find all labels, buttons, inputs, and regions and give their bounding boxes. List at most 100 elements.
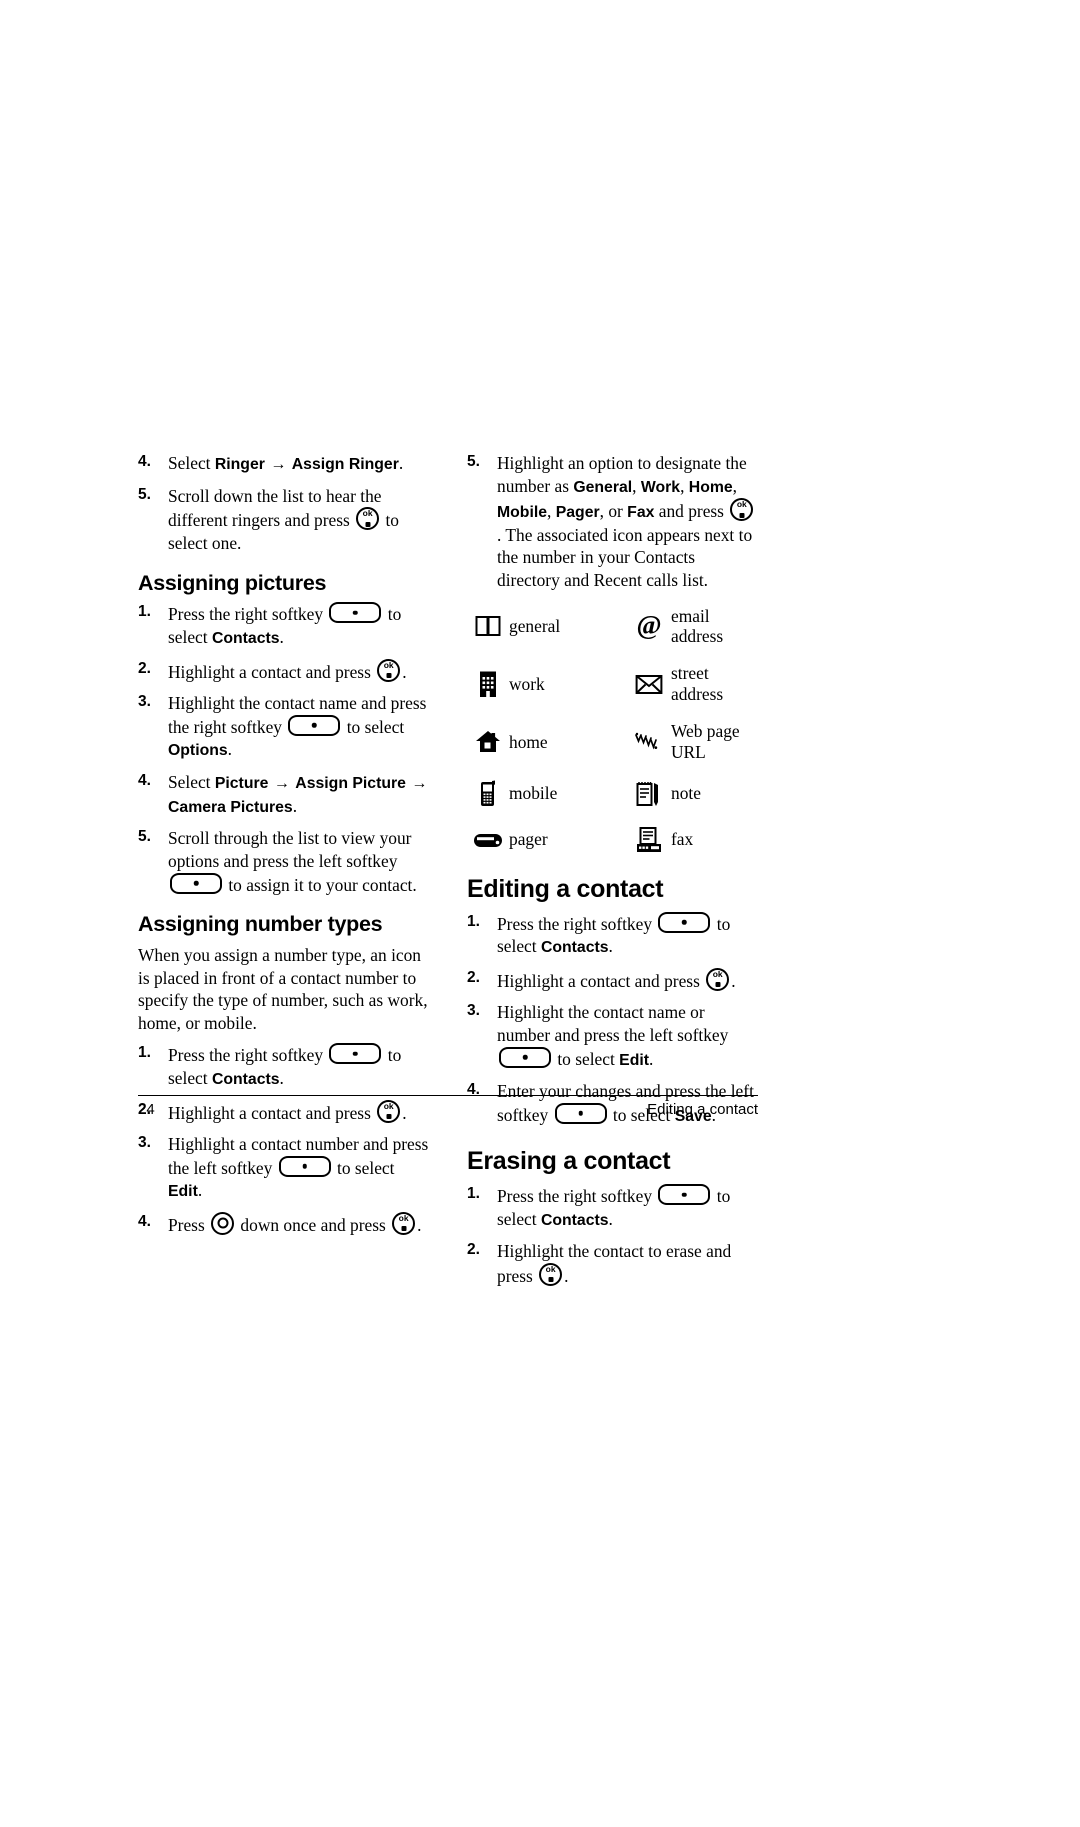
ui-term: Contacts <box>540 1211 609 1229</box>
ui-term: Fax <box>627 504 655 522</box>
ok-key-icon: ok <box>392 1211 416 1235</box>
step-number: 4. <box>138 1212 151 1230</box>
instruction-step: 5. Scroll through the list to view your o… <box>138 827 429 896</box>
notepad-icon <box>627 779 671 809</box>
step-number: 5. <box>138 828 151 846</box>
envelope-icon <box>627 669 671 699</box>
icon-label: note <box>671 783 701 804</box>
fax-machine-icon <box>627 825 671 855</box>
section-heading: Assigning pictures <box>138 570 327 595</box>
right-sections: Editing a contact 1. Press the right softk… <box>467 875 758 1288</box>
web-url-icon <box>627 727 671 757</box>
right-continued-steps: 5. Highlight an option to designate the n… <box>467 452 758 592</box>
ui-term: Edit <box>619 1051 650 1069</box>
step-text: Press the right softkey to select Contac… <box>497 1184 731 1229</box>
softkey-icon <box>499 1046 551 1068</box>
instruction-step: 3. Highlight the contact name and press t… <box>138 692 429 762</box>
softkey-icon <box>170 872 222 894</box>
softkey-icon <box>329 602 382 624</box>
section-heading: Editing a contact <box>467 874 664 903</box>
svg-text:@: @ <box>636 611 661 640</box>
step-text: Press the right softkey to select Contac… <box>168 1043 402 1088</box>
instruction-step: 2. Highlight a contact and press ok. <box>138 658 429 684</box>
step-number: 2. <box>467 1241 480 1259</box>
step-number: 3. <box>467 1002 480 1020</box>
step-number: 1. <box>138 603 151 621</box>
manual-page: 4. Select Ringer → Assign Ringer. 5. Scroll… <box>0 0 1080 1827</box>
ok-key-icon: ok <box>377 658 401 682</box>
instruction-list: 1. Press the right softkey to select Cont… <box>467 1184 758 1287</box>
page-number: 24 <box>138 1101 155 1118</box>
book-icon <box>467 611 509 641</box>
left-sections: Assigning pictures 1. Press the right soft… <box>138 571 429 1237</box>
instruction-step: 1. Press the right softkey to select Cont… <box>138 602 429 649</box>
at-sign-icon: @ <box>627 611 671 641</box>
step-text: Scroll down the list to hear the differe… <box>168 485 399 554</box>
step-number: 1. <box>467 1185 480 1203</box>
step-text: Highlight a contact and press ok. <box>168 658 407 682</box>
icon-label: street address <box>671 663 724 705</box>
icon-label: work <box>509 673 545 694</box>
ui-term: Edit <box>168 1183 198 1201</box>
icon-label: mobile <box>509 783 558 804</box>
pager-icon <box>467 825 509 855</box>
ui-term: Home <box>688 478 733 496</box>
house-icon <box>467 727 509 757</box>
step-number: 4. <box>138 453 151 470</box>
instruction-step: 2. Highlight the contact to erase and pre… <box>467 1240 758 1287</box>
softkey-icon <box>658 911 711 933</box>
instruction-step: 3. Highlight the contact name or number a… <box>467 1001 758 1071</box>
step-text: Highlight the contact to erase and press… <box>497 1241 732 1286</box>
step-text: Press the right softkey to select Contac… <box>497 911 731 957</box>
softkey-icon <box>278 1155 331 1177</box>
ok-key-icon: ok <box>356 507 380 531</box>
ui-term: Assign Ringer <box>291 456 399 473</box>
softkey-icon <box>288 714 341 736</box>
footer-section-title: Editing a contact <box>647 1101 758 1118</box>
right-column: 5. Highlight an option to designate the n… <box>467 452 758 1296</box>
ui-term: Picture <box>214 774 269 792</box>
number-type-icon-table: general @ email address work street address h… <box>467 606 758 855</box>
step-number: 2. <box>138 659 151 677</box>
step-text: Highlight the contact name or number and… <box>497 1002 729 1069</box>
step-text: Highlight a contact number and press the… <box>168 1134 429 1201</box>
ui-term: Contacts <box>211 630 280 648</box>
page-footer: 24 Editing a contact <box>138 1101 758 1118</box>
instruction-step: 4. Press down once and press ok. <box>138 1211 429 1237</box>
ui-term: General <box>573 478 633 496</box>
instruction-step: 1. Press the right softkey to select Cont… <box>138 1043 429 1090</box>
step-text: Select Picture → Assign Picture → Camera… <box>168 771 428 816</box>
step-number: 3. <box>138 1134 151 1152</box>
mobile-phone-icon <box>467 779 509 809</box>
icon-label: fax <box>671 829 694 850</box>
step-number: 5. <box>467 453 480 470</box>
ok-key-icon: ok <box>539 1262 563 1286</box>
step-number: 1. <box>138 1044 151 1062</box>
ui-term: Options <box>168 742 228 760</box>
ui-term: Contacts <box>540 939 609 957</box>
instruction-list: 1. Press the right softkey to select Cont… <box>138 602 429 896</box>
section-heading: Erasing a contact <box>467 1147 671 1176</box>
arrow-icon: → <box>265 456 291 473</box>
ui-term: Assign Picture <box>295 774 406 792</box>
left-continued-steps: 4. Select Ringer → Assign Ringer. 5. Scroll… <box>138 452 429 555</box>
ok-key-icon: ok <box>730 498 754 522</box>
navigation-key-icon <box>211 1211 235 1235</box>
instruction-step: 1. Press the right softkey to select Cont… <box>467 1184 758 1231</box>
softkey-icon <box>329 1043 382 1065</box>
step-number: 5. <box>138 485 151 503</box>
step-number: 4. <box>467 1081 480 1099</box>
icon-label: pager <box>509 829 548 850</box>
section-intro-paragraph: When you assign a number type, an icon i… <box>138 944 428 1033</box>
ui-term: Mobile <box>497 504 548 522</box>
arrow-icon: → <box>406 774 428 792</box>
ui-term: Ringer <box>214 456 265 473</box>
instruction-step: 3. Highlight a contact number and press t… <box>138 1133 429 1203</box>
section-heading: Assigning number types <box>138 912 383 937</box>
instruction-step: 1. Press the right softkey to select Cont… <box>467 911 758 959</box>
step-text: Press the right softkey to select Contac… <box>168 602 402 648</box>
step-number: 1. <box>467 912 480 930</box>
step-text: Press down once and press ok. <box>168 1211 422 1235</box>
step-text: Scroll through the list to view your opt… <box>168 828 417 895</box>
instruction-step: 4. Select Picture → Assign Picture → Came… <box>138 771 429 818</box>
